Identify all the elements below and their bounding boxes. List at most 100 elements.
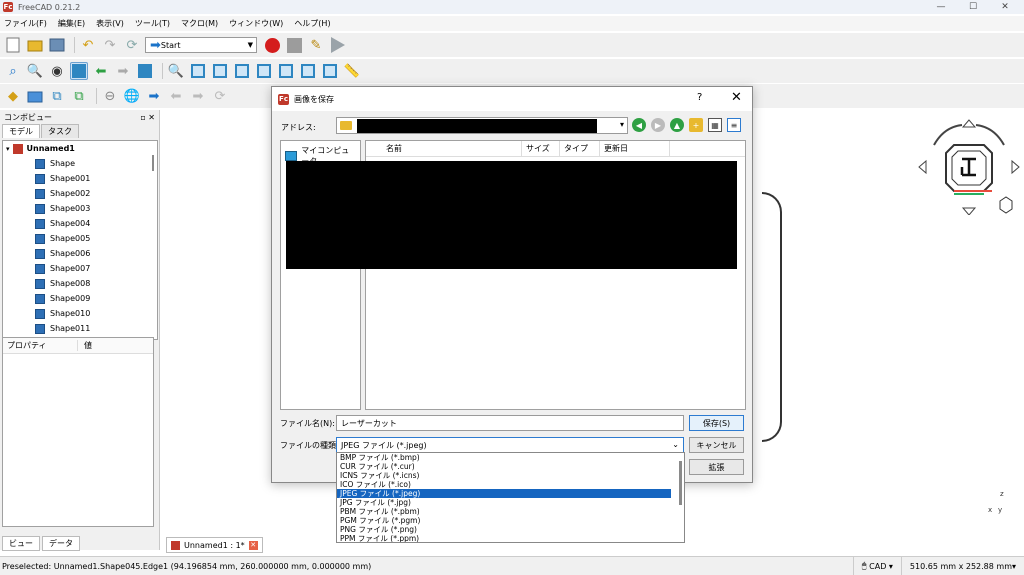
property-column-header[interactable]: プロパティ (3, 340, 78, 351)
filetype-option-selected[interactable]: JPEG ファイル (*.jpeg) (337, 489, 671, 498)
menu-view[interactable]: 表示(V) (96, 18, 124, 29)
stop-macro-button[interactable] (285, 36, 303, 54)
undo-icon[interactable]: ↶ (79, 36, 97, 54)
chevron-down-icon[interactable]: ⌄ (672, 440, 679, 449)
filetype-option[interactable]: ICO ファイル (*.ico) (337, 480, 671, 489)
link-icon[interactable]: ⧉ (48, 87, 66, 105)
tree-item[interactable]: Shape007 (3, 261, 157, 276)
tree-item[interactable]: Shape003 (3, 201, 157, 216)
tree-root[interactable]: ▾ Unnamed1 (3, 141, 157, 156)
address-combo[interactable]: ▾ (336, 117, 628, 134)
menu-macro[interactable]: マクロ(M) (181, 18, 218, 29)
workbench-select[interactable]: ➡ Start ▼ (145, 37, 257, 53)
save-button[interactable]: 保存(S) (689, 415, 744, 431)
filename-input[interactable]: レーザーカット (336, 415, 684, 431)
filetype-option[interactable]: PPM ファイル (*.ppm) (337, 534, 671, 542)
bounding-box-icon[interactable] (70, 62, 88, 80)
tree-item[interactable]: Shape (3, 156, 157, 171)
fit-selection-icon[interactable]: 🔍 (26, 62, 44, 80)
std-views-icon[interactable] (136, 62, 154, 80)
dropdown-scrollbar[interactable] (679, 461, 682, 505)
zoom-icon[interactable]: 🔍 (167, 62, 185, 80)
list-view-icon[interactable]: ▦ (708, 118, 722, 132)
tab-view[interactable]: ビュー (2, 536, 40, 551)
record-macro-button[interactable] (263, 36, 281, 54)
minimize-button[interactable]: — (928, 0, 954, 14)
tree-scrollbar[interactable] (151, 143, 155, 339)
go-icon[interactable]: ➡ (145, 87, 163, 105)
tree-item[interactable]: Shape006 (3, 246, 157, 261)
filetype-option[interactable]: PNG ファイル (*.png) (337, 525, 671, 534)
tree-item[interactable]: Shape010 (3, 306, 157, 321)
value-column-header[interactable]: 値 (78, 340, 92, 351)
save-icon[interactable] (48, 36, 66, 54)
view-iso-icon[interactable] (189, 62, 207, 80)
tab-model[interactable]: モデル (2, 124, 40, 138)
document-tab[interactable]: Unnamed1 : 1* ✕ (166, 537, 263, 553)
tree-item[interactable]: Shape001 (3, 171, 157, 186)
tree-item[interactable]: Shape004 (3, 216, 157, 231)
tree-item[interactable]: Shape008 (3, 276, 157, 291)
new-file-icon[interactable] (4, 36, 22, 54)
menu-help[interactable]: ヘルプ(H) (294, 18, 330, 29)
tree-item[interactable]: Shape002 (3, 186, 157, 201)
tree-item[interactable]: Shape009 (3, 291, 157, 306)
column-size[interactable]: サイズ (522, 140, 560, 157)
toggle-icon[interactable]: ⊖ (101, 87, 119, 105)
tab-task[interactable]: タスク (41, 124, 79, 138)
dimension-display[interactable]: 510.65 mm x 252.88 mm ▾ (900, 556, 1024, 575)
back-icon[interactable]: ⬅ (92, 62, 110, 80)
new-folder-icon[interactable]: + (689, 118, 703, 132)
fit-all-icon[interactable]: ⌕ (4, 62, 22, 80)
parent-folder-icon[interactable]: ▲ (670, 118, 684, 132)
help-button[interactable]: ? (697, 92, 702, 103)
panel-float-close-icon[interactable]: ▫ ✕ (140, 113, 155, 122)
web-icon[interactable]: 🌐 (123, 87, 141, 105)
chevron-down-icon[interactable]: ▾ (6, 145, 10, 153)
menu-edit[interactable]: 編集(E) (58, 18, 85, 29)
forward-icon[interactable]: ➡ (114, 62, 132, 80)
navigation-style-select[interactable]: 🖱 CAD ▾ (852, 556, 901, 575)
back-icon[interactable]: ◀ (632, 118, 646, 132)
draw-style-icon[interactable]: ◉ (48, 62, 66, 80)
menu-window[interactable]: ウィンドウ(W) (229, 18, 283, 29)
column-type[interactable]: タイプ (560, 140, 600, 157)
measure-icon[interactable]: 📏 (343, 62, 361, 80)
open-folder-icon[interactable] (26, 36, 44, 54)
part-icon[interactable]: ◆ (4, 87, 22, 105)
link-actions-icon[interactable]: ⧉ (70, 87, 88, 105)
web-forward-icon[interactable]: ➡ (189, 87, 207, 105)
run-macro-button[interactable] (329, 36, 347, 54)
tree-item[interactable]: Shape005 (3, 231, 157, 246)
column-modified[interactable]: 更新日 (600, 140, 670, 157)
detail-view-icon[interactable]: ≡ (727, 118, 741, 132)
forward-icon[interactable]: ▶ (651, 118, 665, 132)
file-list[interactable]: 名前 サイズ タイプ 更新日 (286, 140, 746, 410)
navigation-cube[interactable] (914, 115, 1024, 215)
cancel-button[interactable]: キャンセル (689, 437, 744, 453)
menu-tools[interactable]: ツール(T) (135, 18, 170, 29)
filetype-dropdown-list[interactable]: BMP ファイル (*.bmp) CUR ファイル (*.cur) ICNS フ… (336, 452, 685, 543)
refresh-icon[interactable]: ⟳ (123, 36, 141, 54)
filetype-option[interactable]: ICNS ファイル (*.icns) (337, 471, 671, 480)
group-icon[interactable] (26, 87, 44, 105)
scrollbar-thumb[interactable] (152, 155, 154, 171)
maximize-button[interactable]: ☐ (960, 0, 986, 14)
dialog-close-button[interactable]: ✕ (731, 90, 742, 105)
chevron-down-icon[interactable]: ▾ (620, 120, 624, 129)
view-top-icon[interactable] (233, 62, 251, 80)
view-bottom-icon[interactable] (299, 62, 317, 80)
view-front-icon[interactable] (211, 62, 229, 80)
filetype-option[interactable]: CUR ファイル (*.cur) (337, 462, 671, 471)
redo-icon[interactable]: ↷ (101, 36, 119, 54)
view-left-icon[interactable] (321, 62, 339, 80)
filetype-option[interactable]: PBM ファイル (*.pbm) (337, 507, 671, 516)
filetype-option[interactable]: JPG ファイル (*.jpg) (337, 498, 671, 507)
view-rear-icon[interactable] (277, 62, 295, 80)
menu-file[interactable]: ファイル(F) (4, 18, 47, 29)
tree-item[interactable]: Shape011 (3, 321, 157, 336)
tab-data[interactable]: データ (42, 536, 80, 551)
web-back-icon[interactable]: ⬅ (167, 87, 185, 105)
filetype-select[interactable]: JPEG ファイル (*.jpeg) ⌄ (336, 437, 684, 453)
close-tab-icon[interactable]: ✕ (248, 540, 258, 550)
